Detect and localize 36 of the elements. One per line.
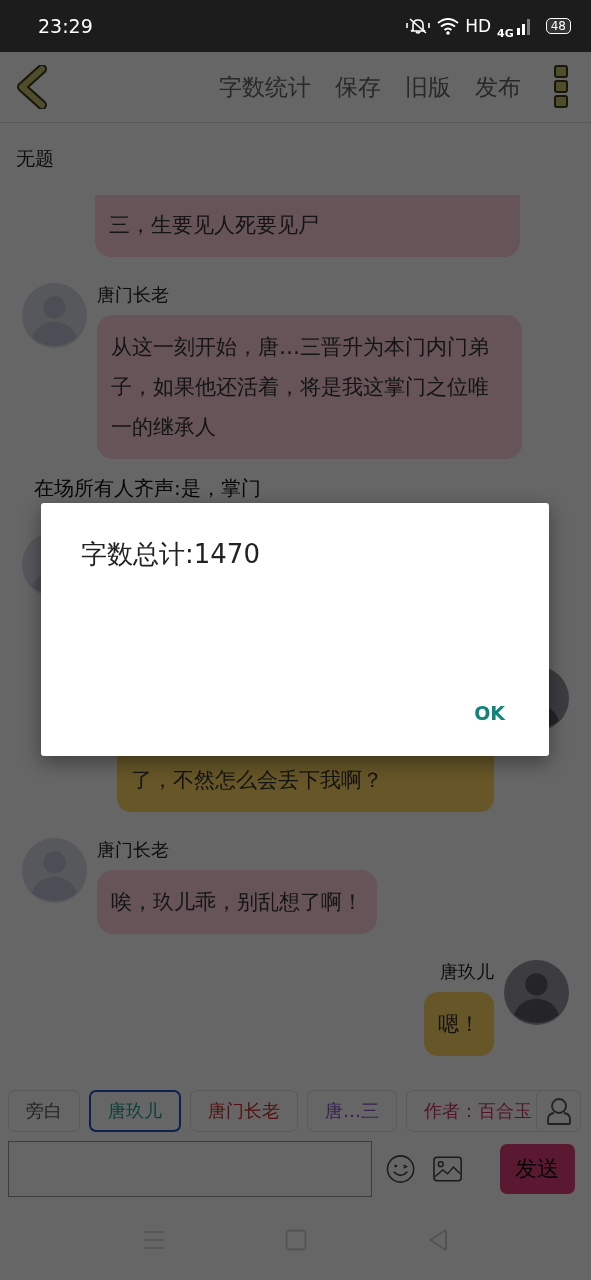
character-chip[interactable]: 唐…三 [307, 1090, 397, 1132]
document-title: 无题 [16, 146, 54, 171]
send-button[interactable]: 发送 [499, 1144, 575, 1194]
avatar-icon [22, 838, 87, 903]
cell-label: 4G [497, 26, 514, 40]
message-input[interactable] [8, 1141, 372, 1197]
character-chip[interactable]: 唐门长老 [190, 1090, 298, 1132]
toolbar-action[interactable]: 旧版 [395, 65, 461, 109]
character-chip[interactable]: 旁白 [8, 1090, 80, 1132]
image-icon[interactable] [432, 1156, 462, 1182]
narration-text: 在场所有人齐声:是，掌门 [34, 475, 262, 502]
avatar-icon [504, 960, 569, 1025]
speaker-name: 唐玖儿 [440, 960, 494, 984]
speaker-name: 唐门长老 [97, 838, 170, 862]
user-button[interactable] [536, 1090, 581, 1132]
mute-icon [405, 17, 432, 35]
signal-icon [515, 17, 532, 35]
battery-indicator: 48 [545, 18, 571, 34]
user-icon [545, 1097, 572, 1125]
dialog-message: 字数总计:1470 [81, 538, 260, 571]
emoji-icon[interactable] [385, 1154, 415, 1184]
more-icon[interactable] [553, 64, 569, 110]
back-icon[interactable] [16, 65, 48, 109]
toolbar-action[interactable]: 字数统计 [209, 65, 321, 109]
message-bubble: 三，生要见人死要见尸 [95, 195, 520, 257]
message-bubble: 从这一刻开始，唐…三晋升为本门内门弟子，如果他还活着，将是我这掌门之位唯一的继承人 [97, 315, 522, 459]
wifi-icon [437, 17, 460, 35]
clock: 23:29 [38, 15, 93, 37]
toolbar-action[interactable]: 保存 [325, 65, 391, 109]
speaker-name: 唐门长老 [97, 283, 170, 307]
character-chip[interactable]: 唐玖儿 [89, 1090, 181, 1132]
message-bubble: 嗯！ [424, 992, 494, 1056]
toolbar-action[interactable]: 发布 [465, 65, 531, 109]
avatar-icon [22, 283, 87, 348]
message-bubble: 唉，玖儿乖，别乱想了啊！ [97, 870, 377, 934]
network-label: HD [465, 16, 492, 36]
